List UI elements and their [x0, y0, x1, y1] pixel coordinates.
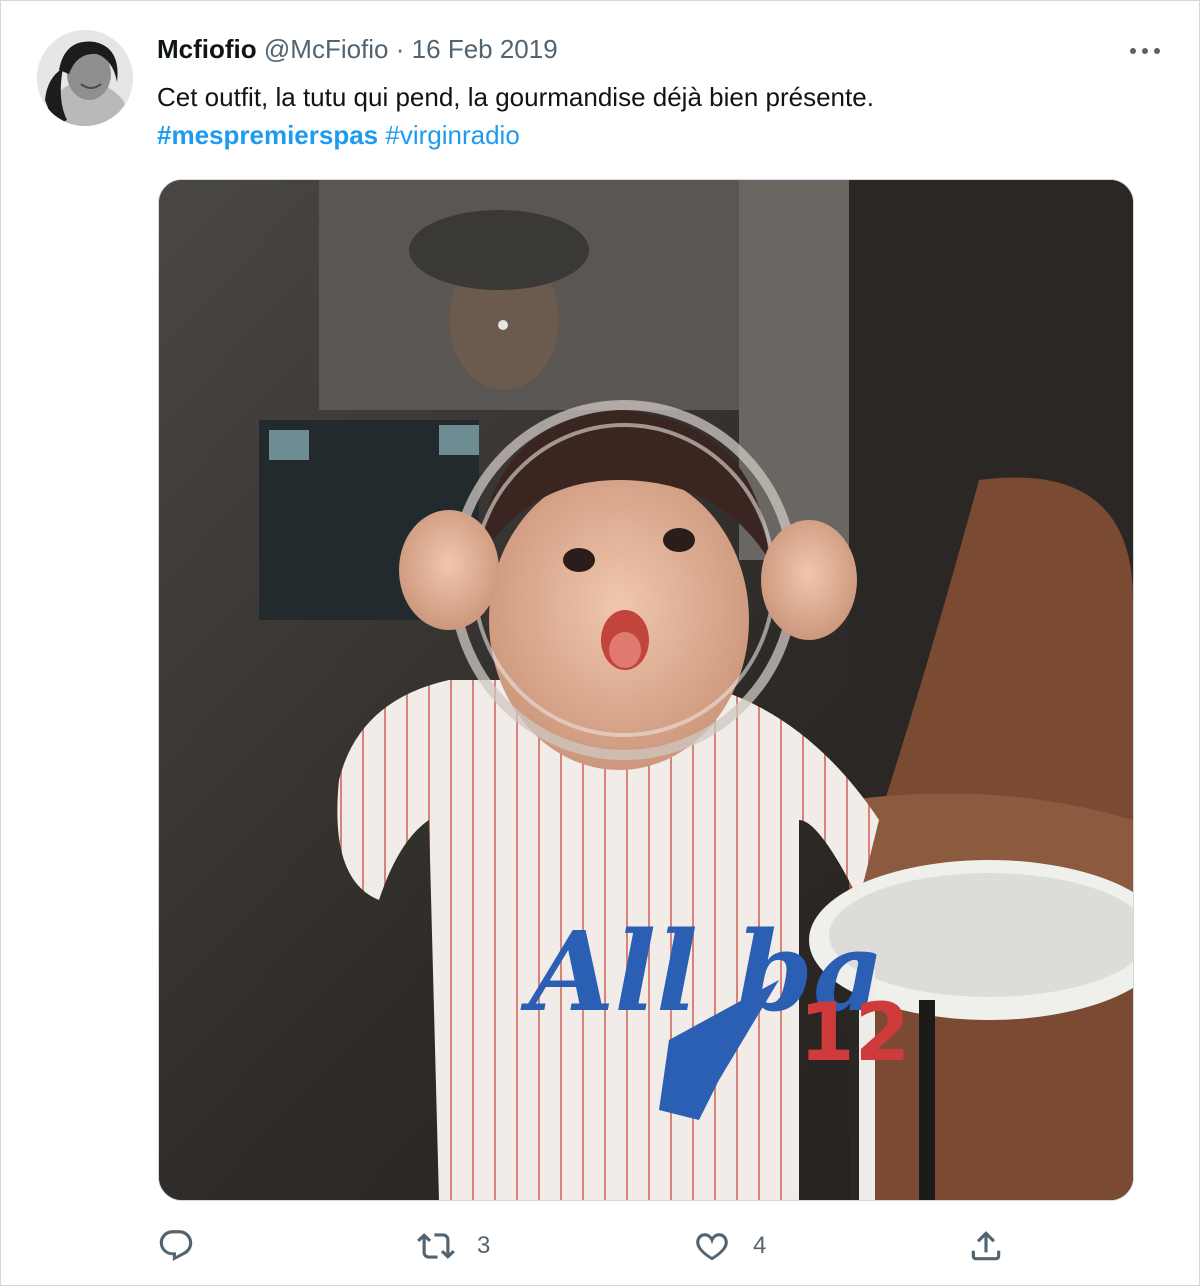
user-handle[interactable]: @McFiofio: [264, 34, 389, 64]
retweet-count: 3: [477, 1232, 491, 1259]
heart-icon: [696, 1233, 728, 1261]
hashtag-link[interactable]: #mespremierspas: [157, 120, 378, 150]
tweet-date[interactable]: 16 Feb 2019: [412, 34, 558, 64]
tweet-photo[interactable]: All ba 12: [158, 179, 1134, 1201]
action-bar: 3 4: [157, 1219, 1017, 1273]
share-icon: [971, 1231, 1001, 1261]
more-icon: [1130, 48, 1160, 54]
retweet-button[interactable]: 3: [417, 1219, 490, 1273]
display-name[interactable]: Mcfiofio: [157, 34, 257, 64]
tweet-text: Cet outfit, la tutu qui pend, la gourman…: [157, 78, 1137, 154]
retweet-icon: [417, 1233, 455, 1259]
user-avatar-icon: [37, 30, 133, 126]
like-count: 4: [753, 1232, 767, 1259]
tweet-body: Cet outfit, la tutu qui pend, la gourman…: [157, 82, 874, 112]
tweet-header: Mcfiofio @McFiofio · 16 Feb 2019: [157, 33, 558, 65]
hashtag-line: #mespremierspas #virginradio: [157, 116, 1137, 154]
share-button[interactable]: [967, 1219, 1027, 1273]
photo-icon: All ba 12: [159, 180, 1133, 1200]
tweet-card[interactable]: Mcfiofio @McFiofio · 16 Feb 2019 Cet out…: [0, 0, 1200, 1286]
hashtag-link[interactable]: #virginradio: [385, 120, 519, 150]
reply-button[interactable]: [157, 1219, 217, 1273]
svg-text:12: 12: [799, 986, 910, 1079]
like-button[interactable]: 4: [693, 1219, 766, 1273]
separator-dot: ·: [395, 34, 405, 64]
avatar[interactable]: [37, 30, 133, 126]
more-options-button[interactable]: [1125, 31, 1165, 71]
reply-icon: [159, 1230, 193, 1261]
